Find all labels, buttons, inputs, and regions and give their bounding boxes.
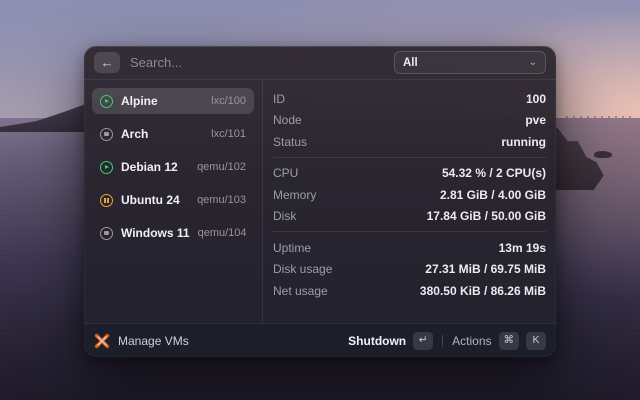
vm-id: qemu/102 — [197, 161, 246, 173]
vm-list: Alpine lxc/100 Arch lxc/101 Debian 12 qe… — [84, 80, 262, 323]
vm-name: Arch — [121, 127, 149, 141]
vm-row-alpine[interactable]: Alpine lxc/100 — [92, 88, 254, 114]
vm-id: qemu/104 — [197, 227, 247, 239]
detail-value: running — [501, 134, 546, 149]
section-divider — [273, 231, 546, 232]
proxmox-logo-icon — [94, 333, 110, 348]
enter-key-icon[interactable]: ↵ — [413, 331, 434, 350]
cmd-key-icon[interactable]: ⌘ — [498, 331, 519, 350]
detail-row-node: Node pve — [273, 110, 546, 132]
detail-label: Node — [273, 113, 302, 128]
status-stopped-icon — [100, 127, 113, 141]
vm-launcher-window: ← All ⌄ Alpine lxc/100 Arch lxc/101 Debi… — [84, 46, 556, 357]
detail-value: 27.31 MiB / 69.75 MiB — [425, 262, 546, 277]
vm-name: Ubuntu 24 — [121, 193, 180, 207]
detail-row-id: ID 100 — [273, 88, 546, 110]
detail-value: 13m 19s — [498, 240, 546, 255]
detail-label: Net usage — [273, 283, 328, 298]
status-paused-icon — [100, 193, 113, 207]
section-divider — [273, 156, 546, 158]
wallpaper-horizon-boats — [566, 116, 634, 118]
vm-id: lxc/100 — [211, 95, 246, 107]
detail-row-net-usage: Net usage 380.50 KiB / 86.26 MiB — [273, 280, 546, 302]
detail-value: 380.50 KiB / 86.26 MiB — [419, 283, 546, 298]
detail-label: Memory — [273, 187, 317, 202]
detail-value: pve — [525, 113, 546, 128]
action-bar: Manage VMs Shutdown ↵ Actions ⌘ K — [84, 323, 556, 357]
vm-row-ubuntu[interactable]: Ubuntu 24 qemu/103 — [92, 187, 254, 213]
vm-row-windows[interactable]: Windows 11 qemu/104 — [92, 220, 254, 246]
k-key-icon[interactable]: K — [526, 331, 546, 350]
vm-name: Debian 12 — [121, 160, 178, 174]
detail-row-cpu: CPU 54.32 % / 2 CPU(s) — [273, 163, 546, 185]
manage-vms-label[interactable]: Manage VMs — [118, 334, 189, 348]
shutdown-button[interactable]: Shutdown — [348, 334, 406, 348]
search-input[interactable] — [130, 55, 384, 70]
status-running-icon — [100, 94, 113, 108]
detail-row-memory: Memory 2.81 GiB / 4.00 GiB — [273, 184, 546, 206]
chevron-down-icon: ⌄ — [528, 56, 537, 68]
detail-row-disk: Disk 17.84 GiB / 50.00 GiB — [273, 206, 546, 228]
vm-row-arch[interactable]: Arch lxc/101 — [92, 121, 254, 147]
detail-label: Uptime — [273, 240, 312, 255]
filter-selected-value: All — [403, 56, 418, 69]
actions-menu-button[interactable]: Actions — [452, 334, 491, 348]
detail-value: 2.81 GiB / 4.00 GiB — [439, 187, 546, 202]
filter-dropdown[interactable]: All ⌄ — [394, 51, 546, 74]
vm-row-debian[interactable]: Debian 12 qemu/102 — [92, 154, 254, 180]
detail-label: CPU — [273, 166, 299, 181]
wallpaper-small-rock — [594, 151, 612, 158]
status-stopped-icon — [100, 226, 113, 240]
vm-id: qemu/103 — [197, 194, 246, 206]
vm-name: Windows 11 — [121, 226, 190, 240]
content-area: Alpine lxc/100 Arch lxc/101 Debian 12 qe… — [84, 80, 556, 323]
detail-row-status: Status running — [273, 131, 546, 153]
vm-details-panel: ID 100 Node pve Status running CPU 54.32… — [262, 80, 556, 323]
footer-divider — [442, 334, 444, 347]
detail-label: ID — [273, 91, 285, 106]
arrow-left-icon: ← — [100, 55, 114, 70]
detail-value: 17.84 GiB / 50.00 GiB — [426, 209, 546, 224]
vm-name: Alpine — [121, 94, 158, 108]
search-header: ← All ⌄ — [84, 46, 556, 80]
back-button[interactable]: ← — [94, 52, 120, 73]
detail-row-uptime: Uptime 13m 19s — [273, 237, 546, 259]
status-running-icon — [100, 160, 113, 174]
vm-id: lxc/101 — [211, 128, 246, 140]
detail-label: Disk usage — [273, 262, 333, 277]
detail-label: Status — [273, 134, 308, 149]
footer-actions: Shutdown ↵ Actions ⌘ K — [348, 331, 546, 350]
detail-row-disk-usage: Disk usage 27.31 MiB / 69.75 MiB — [273, 259, 546, 281]
detail-label: Disk — [273, 209, 297, 224]
detail-value: 100 — [525, 91, 546, 106]
detail-value: 54.32 % / 2 CPU(s) — [441, 166, 546, 181]
